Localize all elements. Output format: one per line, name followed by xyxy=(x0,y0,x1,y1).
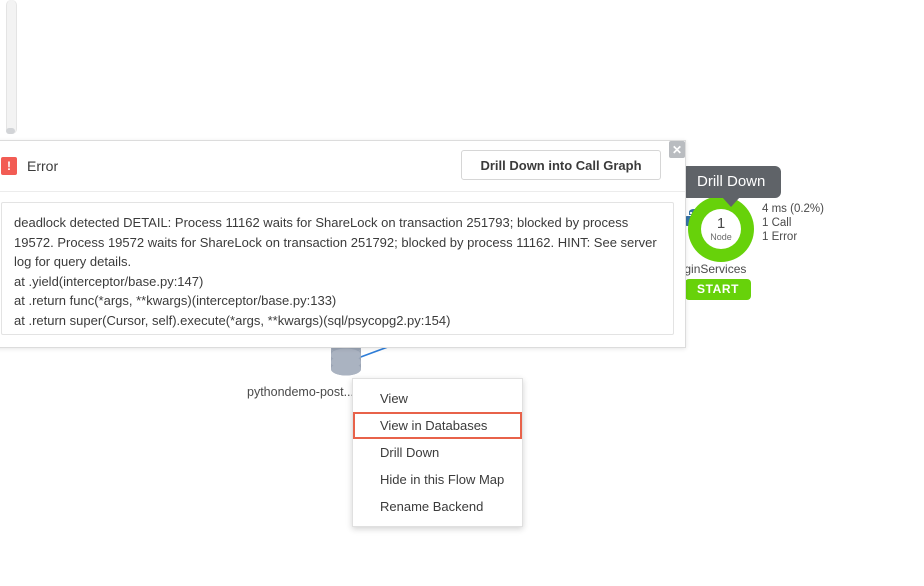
error-details-modal: ! Error Drill Down into Call Graph deadl… xyxy=(0,140,686,348)
node-metrics: 4 ms (0.2%) 1 Call 1 Error xyxy=(762,202,824,244)
node-health-donut[interactable]: 1 Node xyxy=(688,196,754,262)
drill-down-into-call-graph-button[interactable]: Drill Down into Call Graph xyxy=(461,150,661,180)
context-menu-item-hide-in-this-flow-map[interactable]: Hide in this Flow Map xyxy=(353,466,522,493)
context-menu-item-view-in-databases[interactable]: View in Databases xyxy=(353,412,522,439)
stack-trace-line: at .return func(*args, **kwargs)(interce… xyxy=(14,293,337,308)
start-badge: START xyxy=(685,279,752,300)
drill-down-tooltip: Drill Down xyxy=(681,166,782,207)
node-donut-center: 1 Node xyxy=(701,209,741,249)
node-metric-errors: 1 Error xyxy=(762,231,798,243)
context-menu-item-label: View xyxy=(380,391,408,406)
context-menu-item-label: Hide in this Flow Map xyxy=(380,472,505,487)
context-menu-item-label: View in Databases xyxy=(380,418,488,433)
close-icon[interactable]: ✕ xyxy=(669,141,685,158)
context-menu-item-label: Drill Down xyxy=(380,445,440,460)
context-menu-item-drill-down[interactable]: Drill Down xyxy=(353,439,522,466)
node-metric-calls: 1 Call xyxy=(762,217,792,229)
vertical-scrollbar-track[interactable] xyxy=(6,0,17,134)
error-icon-glyph: ! xyxy=(7,159,11,173)
context-menu-item-view[interactable]: View xyxy=(353,385,522,412)
error-message-text: deadlock detected DETAIL: Process 11162 … xyxy=(14,215,657,269)
tooltip-arrow xyxy=(722,197,741,207)
vertical-scrollbar-thumb[interactable] xyxy=(6,128,15,134)
context-menu-item-label: Rename Backend xyxy=(380,499,484,514)
node-unit-label: Node xyxy=(710,232,732,242)
stack-trace-line: at .return super(Cursor, self).execute(*… xyxy=(14,312,451,328)
error-detail-box: deadlock detected DETAIL: Process 11162 … xyxy=(1,202,674,335)
error-stack-trace: at .yield(interceptor/base.py:147) at .r… xyxy=(14,272,661,331)
backend-context-menu[interactable]: View View in Databases Drill Down Hide i… xyxy=(352,378,523,527)
error-exclamation-icon: ! xyxy=(1,157,17,175)
close-glyph: ✕ xyxy=(671,142,683,157)
database-backend-label: pythondemo-post... xyxy=(247,385,355,399)
stack-trace-line: at .yield(interceptor/base.py:147) xyxy=(14,273,204,289)
node-metric-response-time: 4 ms (0.2%) xyxy=(762,203,824,215)
context-menu-item-rename-backend[interactable]: Rename Backend xyxy=(353,493,522,520)
error-modal-header: ! Error Drill Down into Call Graph xyxy=(0,141,685,192)
node-count: 1 xyxy=(716,215,726,232)
error-modal-title: Error xyxy=(27,158,59,174)
tier-node-group[interactable]: 1 Node 4 ms (0.2%) 1 Call 1 Error LoginS… xyxy=(671,188,852,300)
drill-down-tooltip-label: Drill Down xyxy=(697,173,766,190)
